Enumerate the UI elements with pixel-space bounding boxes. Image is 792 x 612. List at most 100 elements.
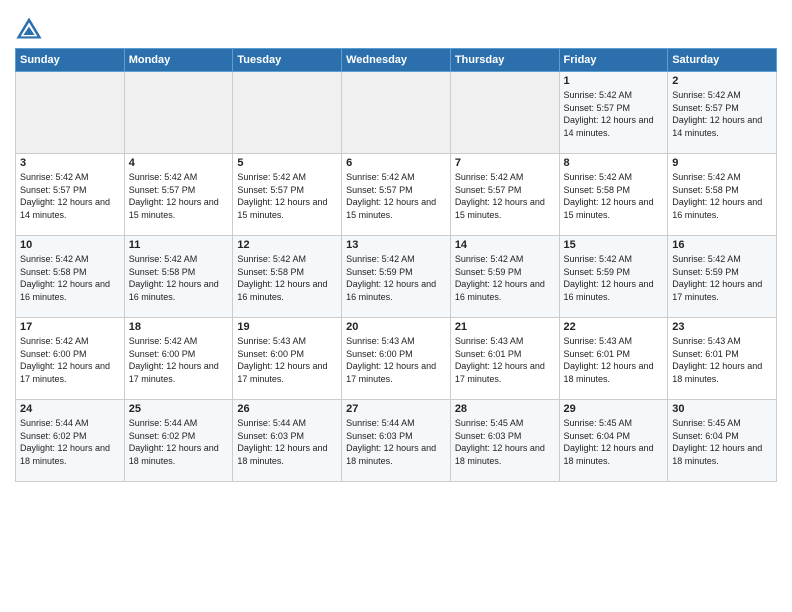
day-info: Sunrise: 5:45 AMSunset: 6:04 PMDaylight:… xyxy=(564,417,664,467)
day-info: Sunrise: 5:42 AMSunset: 5:59 PMDaylight:… xyxy=(672,253,772,303)
day-info: Sunrise: 5:42 AMSunset: 5:57 PMDaylight:… xyxy=(237,171,337,221)
calendar-day-cell: 5 Sunrise: 5:42 AMSunset: 5:57 PMDaylight… xyxy=(233,154,342,236)
day-info: Sunrise: 5:42 AMSunset: 6:00 PMDaylight:… xyxy=(20,335,120,385)
day-number: 23 xyxy=(672,321,772,333)
day-info: Sunrise: 5:42 AMSunset: 5:57 PMDaylight:… xyxy=(20,171,120,221)
day-number: 3 xyxy=(20,157,120,169)
calendar-day-cell: 21Sunrise: 5:43 AMSunset: 6:01 PMDayligh… xyxy=(450,318,559,400)
calendar-day-cell: 13 Sunrise: 5:42 AMSunset: 5:59 PMDayligh… xyxy=(342,236,451,318)
calendar-day-cell: 20Sunrise: 5:43 AMSunset: 6:00 PMDayligh… xyxy=(342,318,451,400)
weekday-header-cell: Friday xyxy=(559,49,668,72)
day-info: Sunrise: 5:42 AMSunset: 5:59 PMDaylight:… xyxy=(564,253,664,303)
weekday-header-cell: Saturday xyxy=(668,49,777,72)
day-number: 18 xyxy=(129,321,229,333)
calendar-day-cell: 28 Sunrise: 5:45 AMSunset: 6:03 PMDayligh… xyxy=(450,400,559,482)
day-info: Sunrise: 5:42 AMSunset: 5:57 PMDaylight:… xyxy=(129,171,229,221)
weekday-header-cell: Sunday xyxy=(16,49,125,72)
logo-icon xyxy=(15,14,43,42)
day-info: Sunrise: 5:42 AMSunset: 5:57 PMDaylight:… xyxy=(564,89,664,139)
weekday-header-cell: Wednesday xyxy=(342,49,451,72)
calendar-day-cell: 27Sunrise: 5:44 AMSunset: 6:03 PMDayligh… xyxy=(342,400,451,482)
calendar-day-cell: 25 Sunrise: 5:44 AMSunset: 6:02 PMDayligh… xyxy=(124,400,233,482)
calendar-day-cell: 7 Sunrise: 5:42 AMSunset: 5:57 PMDaylight… xyxy=(450,154,559,236)
day-info: Sunrise: 5:44 AMSunset: 6:02 PMDaylight:… xyxy=(20,417,120,467)
logo xyxy=(15,14,45,42)
calendar-table: SundayMondayTuesdayWednesdayThursdayFrid… xyxy=(15,48,777,482)
day-number: 15 xyxy=(564,239,664,251)
calendar-day-cell: 17 Sunrise: 5:42 AMSunset: 6:00 PMDayligh… xyxy=(16,318,125,400)
day-info: Sunrise: 5:42 AMSunset: 5:58 PMDaylight:… xyxy=(237,253,337,303)
weekday-header-cell: Thursday xyxy=(450,49,559,72)
day-number: 26 xyxy=(237,403,337,415)
calendar-week-row: 10 Sunrise: 5:42 AMSunset: 5:58 PMDayligh… xyxy=(16,236,777,318)
day-info: Sunrise: 5:42 AMSunset: 5:58 PMDaylight:… xyxy=(129,253,229,303)
calendar-day-cell xyxy=(450,72,559,154)
calendar-day-cell: 16 Sunrise: 5:42 AMSunset: 5:59 PMDayligh… xyxy=(668,236,777,318)
calendar-week-row: 17 Sunrise: 5:42 AMSunset: 6:00 PMDayligh… xyxy=(16,318,777,400)
day-number: 30 xyxy=(672,403,772,415)
calendar-day-cell: 4 Sunrise: 5:42 AMSunset: 5:57 PMDaylight… xyxy=(124,154,233,236)
day-number: 11 xyxy=(129,239,229,251)
day-number: 1 xyxy=(564,75,664,87)
day-number: 2 xyxy=(672,75,772,87)
day-number: 25 xyxy=(129,403,229,415)
day-number: 24 xyxy=(20,403,120,415)
day-info: Sunrise: 5:42 AMSunset: 5:57 PMDaylight:… xyxy=(455,171,555,221)
calendar-day-cell: 14Sunrise: 5:42 AMSunset: 5:59 PMDayligh… xyxy=(450,236,559,318)
calendar-day-cell: 18 Sunrise: 5:42 AMSunset: 6:00 PMDayligh… xyxy=(124,318,233,400)
weekday-header-cell: Monday xyxy=(124,49,233,72)
day-number: 13 xyxy=(346,239,446,251)
day-info: Sunrise: 5:42 AMSunset: 5:59 PMDaylight:… xyxy=(455,253,555,303)
weekday-header-cell: Tuesday xyxy=(233,49,342,72)
calendar-day-cell: 2Sunrise: 5:42 AMSunset: 5:57 PMDaylight… xyxy=(668,72,777,154)
day-info: Sunrise: 5:42 AMSunset: 5:58 PMDaylight:… xyxy=(20,253,120,303)
day-info: Sunrise: 5:42 AMSunset: 5:57 PMDaylight:… xyxy=(346,171,446,221)
calendar-day-cell: 11 Sunrise: 5:42 AMSunset: 5:58 PMDayligh… xyxy=(124,236,233,318)
day-number: 22 xyxy=(564,321,664,333)
calendar-day-cell: 3 Sunrise: 5:42 AMSunset: 5:57 PMDaylight… xyxy=(16,154,125,236)
day-info: Sunrise: 5:42 AMSunset: 5:59 PMDaylight:… xyxy=(346,253,446,303)
day-number: 7 xyxy=(455,157,555,169)
day-number: 9 xyxy=(672,157,772,169)
day-number: 5 xyxy=(237,157,337,169)
calendar-week-row: 24 Sunrise: 5:44 AMSunset: 6:02 PMDayligh… xyxy=(16,400,777,482)
calendar-day-cell xyxy=(233,72,342,154)
calendar-day-cell: 19 Sunrise: 5:43 AMSunset: 6:00 PMDayligh… xyxy=(233,318,342,400)
calendar-day-cell: 8Sunrise: 5:42 AMSunset: 5:58 PMDaylight… xyxy=(559,154,668,236)
day-number: 28 xyxy=(455,403,555,415)
day-info: Sunrise: 5:44 AMSunset: 6:02 PMDaylight:… xyxy=(129,417,229,467)
calendar-day-cell: 6 Sunrise: 5:42 AMSunset: 5:57 PMDaylight… xyxy=(342,154,451,236)
day-number: 29 xyxy=(564,403,664,415)
calendar-day-cell xyxy=(124,72,233,154)
day-info: Sunrise: 5:42 AMSunset: 5:58 PMDaylight:… xyxy=(672,171,772,221)
calendar-day-cell: 29 Sunrise: 5:45 AMSunset: 6:04 PMDayligh… xyxy=(559,400,668,482)
calendar-day-cell: 15 Sunrise: 5:42 AMSunset: 5:59 PMDayligh… xyxy=(559,236,668,318)
header xyxy=(15,10,777,42)
day-number: 10 xyxy=(20,239,120,251)
day-number: 12 xyxy=(237,239,337,251)
calendar-week-row: 3 Sunrise: 5:42 AMSunset: 5:57 PMDaylight… xyxy=(16,154,777,236)
day-info: Sunrise: 5:44 AMSunset: 6:03 PMDaylight:… xyxy=(346,417,446,467)
weekday-header-row: SundayMondayTuesdayWednesdayThursdayFrid… xyxy=(16,49,777,72)
day-info: Sunrise: 5:43 AMSunset: 6:00 PMDaylight:… xyxy=(237,335,337,385)
calendar-day-cell: 9 Sunrise: 5:42 AMSunset: 5:58 PMDaylight… xyxy=(668,154,777,236)
day-info: Sunrise: 5:43 AMSunset: 6:01 PMDaylight:… xyxy=(564,335,664,385)
day-number: 19 xyxy=(237,321,337,333)
calendar-day-cell: 30 Sunrise: 5:45 AMSunset: 6:04 PMDayligh… xyxy=(668,400,777,482)
calendar-week-row: 1 Sunrise: 5:42 AMSunset: 5:57 PMDaylight… xyxy=(16,72,777,154)
day-number: 17 xyxy=(20,321,120,333)
calendar-day-cell: 12 Sunrise: 5:42 AMSunset: 5:58 PMDayligh… xyxy=(233,236,342,318)
calendar-day-cell: 24 Sunrise: 5:44 AMSunset: 6:02 PMDayligh… xyxy=(16,400,125,482)
day-info: Sunrise: 5:43 AMSunset: 6:00 PMDaylight:… xyxy=(346,335,446,385)
calendar-day-cell: 1 Sunrise: 5:42 AMSunset: 5:57 PMDaylight… xyxy=(559,72,668,154)
day-number: 4 xyxy=(129,157,229,169)
day-info: Sunrise: 5:45 AMSunset: 6:03 PMDaylight:… xyxy=(455,417,555,467)
calendar-day-cell: 26Sunrise: 5:44 AMSunset: 6:03 PMDayligh… xyxy=(233,400,342,482)
day-number: 8 xyxy=(564,157,664,169)
day-number: 6 xyxy=(346,157,446,169)
day-info: Sunrise: 5:42 AMSunset: 6:00 PMDaylight:… xyxy=(129,335,229,385)
day-info: Sunrise: 5:45 AMSunset: 6:04 PMDaylight:… xyxy=(672,417,772,467)
day-number: 16 xyxy=(672,239,772,251)
day-info: Sunrise: 5:43 AMSunset: 6:01 PMDaylight:… xyxy=(672,335,772,385)
day-number: 21 xyxy=(455,321,555,333)
